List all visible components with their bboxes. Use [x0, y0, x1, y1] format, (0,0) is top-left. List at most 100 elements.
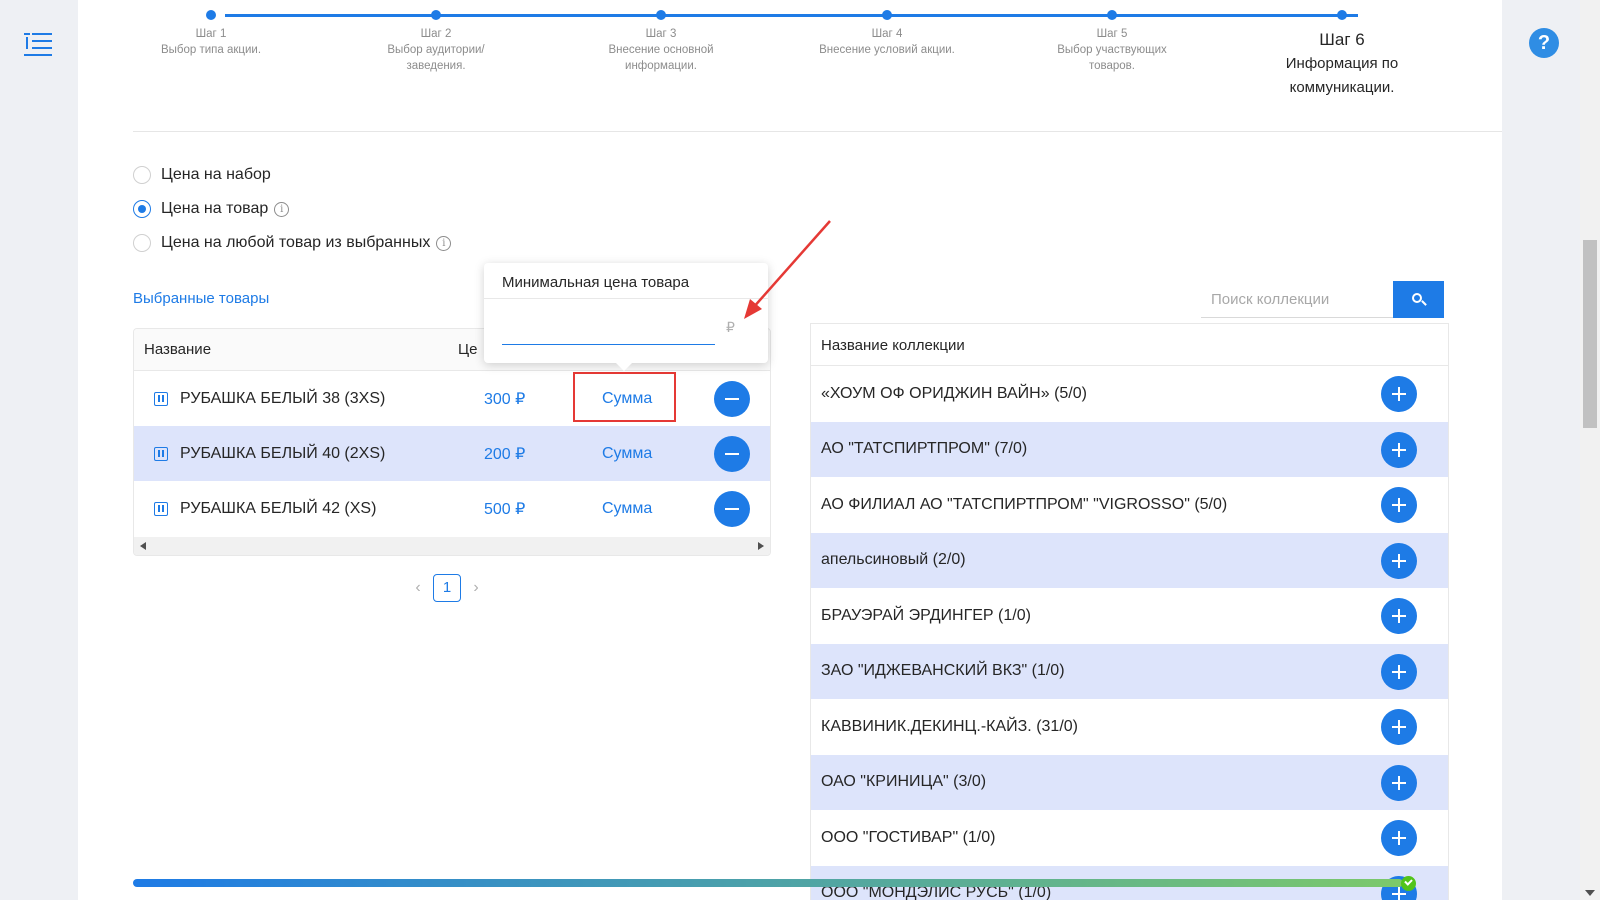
min-price-popover: Минимальная цена товара ₽	[484, 263, 768, 371]
progress-bar	[133, 879, 1403, 887]
collection-name: ОАО "КРИНИЦА" (3/0)	[821, 773, 987, 791]
radio-label: Цена на товар	[161, 200, 269, 217]
main-card: Шаг 1 Выбор типа акции. Шаг 2 Выбор ауди…	[78, 0, 1502, 900]
radio-circle-icon[interactable]	[133, 234, 151, 252]
remove-item-button[interactable]	[714, 490, 750, 527]
search-button[interactable]	[1393, 281, 1444, 318]
radio-price-per-item[interactable]: Цена на товар i	[133, 192, 451, 226]
horizontal-scrollbar[interactable]	[134, 537, 770, 555]
step-dot-icon	[1107, 10, 1117, 20]
collections-table: Название коллекции «ХОУМ ОФ ОРИДЖИН ВАЙН…	[810, 323, 1449, 900]
add-collection-button[interactable]	[1381, 542, 1417, 579]
step-title: Шаг 1	[195, 28, 227, 40]
collection-row: АО ФИЛИАЛ АО "ТАТСПИРТПРОМ" "VIGROSSO" (…	[811, 477, 1448, 533]
page-button-1[interactable]: 1	[433, 574, 461, 602]
step-desc: Внесение основной информации.	[608, 44, 714, 72]
product-price[interactable]: 200 ₽	[484, 444, 525, 464]
collection-name: ЗАО "ИДЖЕВАНСКИЙ ВКЗ" (1/0)	[821, 662, 1065, 680]
info-icon[interactable]: i	[436, 235, 452, 251]
add-collection-button[interactable]	[1381, 709, 1417, 745]
step-desc: Выбор типа акции.	[160, 44, 262, 56]
collection-row: АО "ТАТСПИРТПРОМ" (7/0)	[811, 421, 1448, 477]
step-1[interactable]: Шаг 1 Выбор типа акции.	[136, 0, 286, 58]
step-title: Шаг 3	[645, 28, 677, 40]
step-4[interactable]: Шаг 4 Внесение условий акции.	[812, 0, 962, 58]
step-dot-icon	[882, 10, 892, 20]
step-3[interactable]: Шаг 3 Внесение основной информации.	[586, 0, 736, 74]
popover-title: Минимальная цена товара	[484, 263, 768, 299]
radio-label: Цена на набор	[161, 166, 271, 183]
add-collection-button[interactable]	[1381, 487, 1417, 523]
next-page-icon[interactable]: ›	[469, 579, 483, 597]
min-price-input[interactable]	[502, 315, 715, 345]
step-5[interactable]: Шаг 5 Выбор участвующих товаров.	[1037, 0, 1187, 74]
page-scrollbar[interactable]	[1580, 0, 1600, 900]
product-price[interactable]: 500 ₽	[484, 499, 525, 519]
stepper: Шаг 1 Выбор типа акции. Шаг 2 Выбор ауди…	[133, 0, 1502, 132]
product-name: РУБАШКА БЕЛЫЙ 38 (3XS)	[180, 389, 386, 407]
step-desc: Выбор участвующих товаров.	[1057, 44, 1167, 72]
table-row: РУБАШКА БЕЛЫЙ 42 (XS) 500 ₽ Сумма	[134, 481, 770, 536]
step-desc: Внесение условий акции.	[819, 44, 955, 56]
collection-row: КАВВИНИК.ДЕКИНЦ.-КАЙЗ. (31/0)	[811, 699, 1448, 755]
selected-goods-title: Выбранные товары	[133, 290, 270, 307]
radio-price-any-selected[interactable]: Цена на любой товар из выбранных i	[133, 226, 452, 260]
add-collection-button[interactable]	[1381, 376, 1417, 412]
collection-row: апельсиновый (2/0)	[811, 532, 1448, 588]
column-header-name: Название	[144, 341, 212, 358]
step-dot-icon	[656, 10, 666, 20]
remove-item-button[interactable]	[714, 435, 750, 472]
collection-row: ОАО "КРИНИЦА" (3/0)	[811, 754, 1448, 810]
scroll-left-arrow-icon[interactable]	[140, 542, 146, 550]
add-collection-button[interactable]	[1381, 431, 1417, 468]
collection-row: БРАУЭРАЙ ЭРДИНГЕР (1/0)	[811, 588, 1448, 644]
column-header-price: Це	[458, 341, 478, 358]
collection-name: АО "ТАТСПИРТПРОМ" (7/0)	[821, 440, 1028, 458]
step-dot-icon	[206, 10, 216, 20]
progress-complete-check-icon	[1401, 876, 1416, 891]
radio-label: Цена на любой товар из выбранных	[161, 234, 431, 251]
collection-row: «ХОУМ ОФ ОРИДЖИН ВАЙН» (5/0)	[811, 366, 1448, 422]
step-6[interactable]: Шаг 6 Информация по коммуникации.	[1262, 0, 1422, 100]
info-icon[interactable]: i	[274, 201, 290, 217]
radio-circle-icon[interactable]	[133, 200, 151, 218]
step-desc: Информация по коммуникации.	[1285, 55, 1399, 96]
add-collection-button[interactable]	[1381, 820, 1417, 856]
table-row: РУБАШКА БЕЛЫЙ 40 (2XS) 200 ₽ Сумма	[134, 426, 770, 481]
help-button[interactable]: ?	[1529, 28, 1559, 58]
step-dot-icon	[1337, 10, 1347, 20]
step-title: Шаг 6	[1319, 30, 1365, 49]
product-settings-icon[interactable]	[154, 391, 168, 406]
scroll-down-arrow-icon[interactable]	[1585, 890, 1595, 896]
currency-symbol: ₽	[726, 319, 735, 335]
radio-circle-icon[interactable]	[133, 166, 151, 184]
collection-name: апельсиновый (2/0)	[821, 551, 966, 569]
collection-search-input[interactable]	[1201, 281, 1393, 318]
sum-link[interactable]: Сумма	[602, 500, 652, 518]
collection-row: ООО "ГОСТИВАР" (1/0)	[811, 810, 1448, 866]
progress-fill	[133, 879, 1403, 887]
remove-item-button[interactable]	[714, 380, 750, 417]
popover-caret	[616, 363, 632, 371]
product-settings-icon[interactable]	[154, 501, 168, 516]
step-title: Шаг 2	[420, 28, 452, 40]
step-2[interactable]: Шаг 2 Выбор аудитории/заведения.	[361, 0, 511, 74]
sum-link[interactable]: Сумма	[602, 445, 652, 463]
collection-name: «ХОУМ ОФ ОРИДЖИН ВАЙН» (5/0)	[821, 384, 1087, 402]
add-collection-button[interactable]	[1381, 653, 1417, 690]
menu-toggle-icon[interactable]	[24, 30, 52, 56]
radio-price-per-set[interactable]: Цена на набор	[133, 158, 451, 192]
pagination: ‹ 1 ›	[411, 574, 483, 602]
product-settings-icon[interactable]	[154, 446, 168, 461]
scroll-right-arrow-icon[interactable]	[758, 542, 764, 550]
product-name: РУБАШКА БЕЛЫЙ 40 (2XS)	[180, 444, 386, 462]
prev-page-icon[interactable]: ‹	[411, 579, 425, 597]
add-collection-button[interactable]	[1381, 764, 1417, 801]
product-price[interactable]: 300 ₽	[484, 389, 525, 409]
scrollbar-thumb[interactable]	[1583, 240, 1597, 428]
annotation-arrow-icon	[744, 220, 831, 319]
add-collection-button[interactable]	[1381, 598, 1417, 634]
annotation-highlight-box	[573, 372, 676, 422]
collection-name: ООО "ГОСТИВАР" (1/0)	[821, 828, 996, 846]
step-title: Шаг 4	[871, 28, 903, 40]
